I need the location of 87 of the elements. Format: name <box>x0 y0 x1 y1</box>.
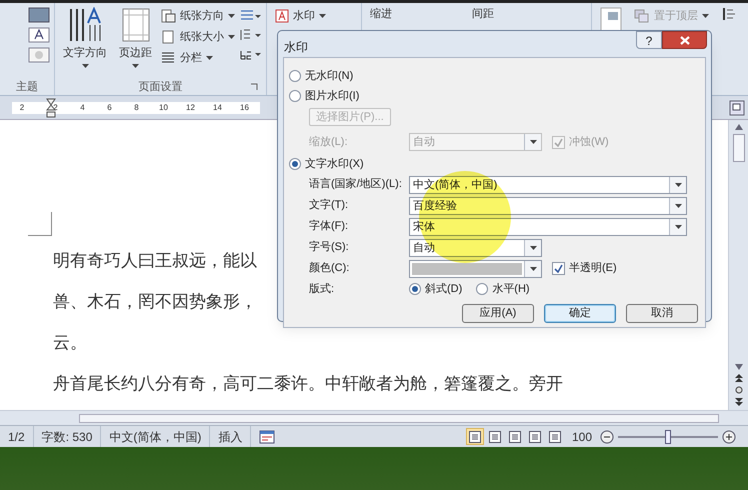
field-label: 文字(T): <box>308 198 350 214</box>
caret-icon <box>228 35 235 39</box>
caret-icon[interactable] <box>674 224 682 228</box>
group-header: 缩进 <box>370 6 392 22</box>
close-icon <box>680 36 690 44</box>
text-direction-icon <box>67 7 103 43</box>
document-text: 兽、木石，罔不因势象形， <box>53 291 257 313</box>
caret-icon[interactable] <box>530 246 536 250</box>
ruler-number: 6 <box>106 102 113 114</box>
field-label: 颜色(C): <box>308 260 350 276</box>
previous-page-icon[interactable] <box>734 374 742 382</box>
ruler-toggle-icon[interactable] <box>729 100 745 116</box>
document-text: 明有奇巧人曰王叔远，能以 <box>53 250 257 272</box>
margins-icon <box>120 7 150 43</box>
ribbon-button[interactable]: 页边距 <box>115 7 156 68</box>
dialog-button[interactable]: 确定 <box>544 304 616 322</box>
scroll-up-icon[interactable] <box>734 124 742 130</box>
caret-icon <box>132 64 139 68</box>
ribbon-button[interactable]: 文字方向 <box>59 7 111 68</box>
vertical-scrollbar[interactable] <box>728 120 748 410</box>
ribbon-button[interactable]: 纸张方向 <box>160 7 235 25</box>
document-text: 云。 <box>53 332 87 354</box>
field-label: 版式: <box>308 282 336 297</box>
dialog-title: 水印 <box>284 39 308 56</box>
caret-icon <box>206 56 213 60</box>
radio-button[interactable]: 水平(H) <box>476 280 530 298</box>
radio-button[interactable]: 图片水印(I) <box>289 88 360 104</box>
ruler-number: 12 <box>185 102 196 114</box>
checkmark-icon <box>554 264 563 273</box>
caret-icon <box>702 14 709 18</box>
group-label: 主题 <box>16 80 38 95</box>
field-label: 字号(S): <box>308 240 350 256</box>
zoom-in-icon[interactable] <box>722 430 736 444</box>
group-label: 页面设置 <box>138 80 182 95</box>
radio-button[interactable]: 无水印(N) <box>289 68 354 84</box>
field-label: 缩放(L): <box>308 134 348 150</box>
columns-icon <box>160 51 176 65</box>
indent-marker-icon[interactable] <box>46 98 56 118</box>
ruler-number: 10 <box>158 102 169 114</box>
ruler-number: 8 <box>133 102 140 114</box>
caret-icon <box>82 64 88 68</box>
ruler-number: 14 <box>212 102 223 114</box>
dialog-button[interactable]: 取消 <box>626 304 698 322</box>
ribbon-button[interactable]: 纸张大小 <box>160 28 235 46</box>
margin-corner-icon <box>28 212 52 236</box>
radio-button[interactable]: 文字水印(X) <box>289 156 364 172</box>
next-page-icon[interactable] <box>734 398 742 406</box>
zoom-level[interactable]: 100 <box>572 428 592 446</box>
scroll-down-icon[interactable] <box>734 364 742 370</box>
ribbon-button[interactable]: 分栏 <box>160 49 235 67</box>
dialog-button[interactable]: 应用(A) <box>462 304 534 322</box>
macro-icon[interactable] <box>259 430 276 444</box>
help-button[interactable]: ? <box>636 31 662 49</box>
ruler-number: 2 <box>18 102 26 114</box>
zoom-thumb[interactable] <box>665 430 671 444</box>
zoom-out-icon[interactable] <box>600 430 614 444</box>
document-text: 舟首尾长约八分有奇，高可二黍许。中轩敞者为舱，箬篷覆之。旁开 <box>53 373 563 395</box>
field-label: 字体(F): <box>308 218 350 234</box>
colors-icon[interactable] <box>28 7 50 23</box>
caret-icon[interactable] <box>530 266 536 270</box>
size-icon <box>160 30 176 44</box>
caret-icon[interactable] <box>674 204 682 208</box>
ruler-number: 4 <box>79 102 86 114</box>
color-dropdown[interactable] <box>409 260 542 278</box>
ruler-number: 16 <box>239 102 250 114</box>
scroll-thumb[interactable] <box>79 414 719 422</box>
view-button[interactable] <box>466 428 484 445</box>
dropdown-field[interactable]: 中文(简体，中国) <box>409 176 687 194</box>
bring-front-icon <box>634 9 650 23</box>
zoom-slider[interactable] <box>618 430 718 444</box>
checkmark-icon <box>554 138 563 146</box>
radio-button[interactable]: 斜式(D) <box>409 280 462 298</box>
scroll-thumb[interactable] <box>732 134 744 162</box>
checkbox[interactable]: 半透明(E) <box>552 260 617 277</box>
caret-icon <box>319 14 326 18</box>
watermark-icon <box>275 9 289 23</box>
font-theme-icon[interactable] <box>28 27 50 43</box>
orientation-icon <box>160 9 176 23</box>
field-label: 语言(国家/地区)(L): <box>308 176 403 192</box>
close-button[interactable] <box>662 31 707 49</box>
dialog-launcher-icon[interactable] <box>250 83 258 91</box>
line-numbers-icon[interactable] <box>239 28 261 42</box>
caret-icon[interactable] <box>674 182 682 186</box>
browse-object-icon[interactable] <box>734 386 742 394</box>
ribbon-button[interactable]: 水印 <box>271 7 330 25</box>
group-header: 间距 <box>472 7 494 22</box>
caret-icon <box>228 14 235 18</box>
